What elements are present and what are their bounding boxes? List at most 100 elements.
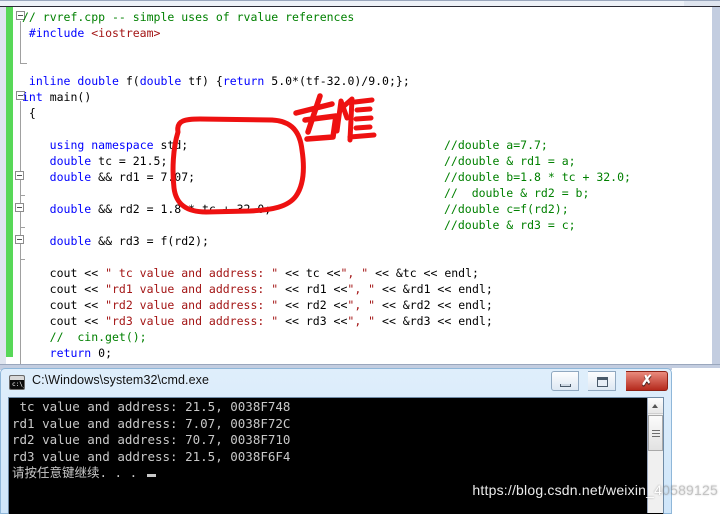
window-controls: ✗ (550, 371, 668, 392)
code-token-plain: && rd1 = 7.07; (91, 170, 196, 184)
code-token-str: " tc value and address: " (105, 266, 279, 280)
code-token-kw: double (49, 234, 92, 248)
code-line: double && rd1 = 7.07; (50, 169, 195, 185)
screenshot-root: // rvref.cpp -- simple uses of rvalue re… (0, 0, 720, 514)
console-output-text: tc value and address: 21.5, 0038F748 rd1 … (12, 399, 290, 482)
code-token-kw: inline (28, 74, 71, 88)
code-token-plain: << &rd2 << endl; (375, 298, 493, 312)
code-token-plain: << rd1 << (278, 282, 348, 296)
code-token-kw: using (49, 138, 85, 152)
console-output-line: rd2 value and address: 70.7, 0038F710 (12, 432, 291, 447)
editor-top-divider-left (0, 0, 684, 6)
right-comment-line: //double c=f(rd2); (444, 202, 569, 216)
console-cursor (147, 474, 157, 477)
code-token-plain: << &rd3 << endl; (375, 314, 493, 328)
code-token-plain: tf) { (181, 74, 223, 88)
scrollbar-thumb[interactable] (648, 415, 663, 451)
code-token-plain: << &tc << endl; (368, 266, 479, 280)
code-token-plain: main() (42, 90, 92, 104)
code-token-plain: f( (118, 74, 140, 88)
code-token-pp: #include (28, 26, 92, 40)
code-token-str: ", " (347, 298, 376, 312)
console-output-line: rd3 value and address: 21.5, 0038F6F4 (12, 448, 291, 464)
right-comment-line: // double & rd2 = b; (444, 186, 590, 200)
code-line: using namespace std; (50, 137, 189, 153)
minimize-icon (559, 384, 571, 387)
code-token-str: ", " (347, 314, 376, 328)
cmd-console-icon: c:\_ (9, 375, 25, 390)
right-comment-line: //double a=7.7; (444, 138, 548, 152)
code-token-plain: std; (153, 138, 189, 152)
scroll-up-arrow[interactable] (648, 398, 663, 414)
csdn-blog-watermark: https://blog.csdn.net/weixin_40589125 (472, 482, 718, 498)
code-token-plain: cout << (49, 298, 106, 312)
code-token-str: ", " (340, 266, 369, 280)
watermark-visible-part: https://blog.csdn.net/weixin_4 (472, 482, 663, 498)
code-token-str: "rd2 value and address: " (105, 298, 279, 312)
code-line: // cin.get(); (50, 329, 147, 345)
code-line: inline double f(double tf) {return 5.0*(… (29, 73, 410, 89)
close-icon: ✗ (641, 374, 653, 389)
code-token-kw: double (49, 154, 92, 168)
code-token-str: "rd1 value and address: " (105, 282, 279, 296)
cmd-icon-titlebar (10, 376, 24, 380)
cmd-icon-prompt: c:\_ (12, 381, 24, 388)
right-comment-line: //double & rd1 = a; (444, 154, 576, 168)
editor-right-inner-border (710, 7, 712, 370)
code-line: cout << "rd1 value and address: " << rd1… (50, 281, 493, 297)
code-line: { (29, 105, 36, 121)
editor-top-divider (0, 0, 720, 7)
watermark-faded-part: 0589125 (662, 482, 718, 498)
code-token-plain: && rd3 = f(rd2); (91, 234, 209, 248)
close-button[interactable]: ✗ (626, 371, 668, 391)
code-token-kw: double (49, 170, 92, 184)
console-output-line: 请按任意键继续. . . (12, 465, 290, 482)
code-token-plain: && rd2 = 1.8 * tc + 32.0; (91, 202, 272, 216)
code-token-kw: namespace (91, 138, 154, 152)
code-token-plain: 0; (91, 346, 112, 360)
code-token-plain: << rd3 << (278, 314, 348, 328)
code-token-inc: <iostream> (91, 26, 161, 40)
code-token-plain: 5.0*(tf-32.0)/9.0;}; (264, 74, 410, 88)
code-text-area[interactable]: // rvref.cpp -- simple uses of rvalue re… (22, 7, 712, 376)
code-line: // rvref.cpp -- simple uses of rvalue re… (22, 9, 354, 25)
code-token-plain: tc = 21.5; (91, 154, 168, 168)
code-line: double && rd3 = f(rd2); (50, 233, 209, 249)
code-token-plain: cout << (49, 282, 106, 296)
code-token-plain: cout << (49, 314, 106, 328)
code-line: double tc = 21.5; (50, 153, 168, 169)
code-token-plain: << &rd1 << endl; (375, 282, 493, 296)
code-line: #include <iostream> (29, 25, 161, 41)
code-line: cout << " tc value and address: " << tc … (50, 265, 479, 281)
outline-vertical-rule (20, 21, 21, 63)
code-token-kw: double (139, 74, 182, 88)
code-token-plain: { (28, 106, 36, 120)
unsaved-change-bar (6, 7, 13, 357)
code-line: return 0; (50, 345, 112, 361)
right-comment-line: //double & rd3 = c; (444, 218, 576, 232)
console-title-text: C:\Windows\system32\cmd.exe (32, 373, 210, 387)
code-token-cmt: // rvref.cpp -- simple uses of rvalue re… (22, 10, 355, 24)
code-token-str: ", " (347, 282, 376, 296)
code-token-str: "rd3 value and address: " (105, 314, 279, 328)
code-token-plain: cout << (49, 266, 106, 280)
code-line: cout << "rd2 value and address: " << rd2… (50, 297, 493, 313)
code-line: int main() (22, 89, 91, 105)
code-line: cout << "rd3 value and address: " << rd3… (50, 313, 493, 329)
code-token-kw: double (49, 202, 92, 216)
code-token-plain: << rd2 << (278, 298, 348, 312)
right-comment-line: //double b=1.8 * tc + 32.0; (444, 170, 631, 184)
code-token-kw: int (22, 90, 43, 104)
code-token-cmt: // cin.get(); (49, 330, 147, 344)
code-token-kw: double (77, 74, 119, 88)
console-title-bar[interactable]: c:\_ C:\Windows\system32\cmd.exe ✗ (0, 368, 672, 397)
code-token-kw: return (222, 74, 265, 88)
maximize-icon (597, 377, 609, 387)
code-token-kw: return (49, 346, 92, 360)
console-output-line: tc value and address: 21.5, 0038F748 (12, 399, 291, 414)
minimize-button[interactable] (550, 371, 579, 391)
editor-right-border (712, 7, 720, 370)
code-token-plain: << tc << (278, 266, 341, 280)
maximize-button[interactable] (588, 371, 617, 391)
code-line: double && rd2 = 1.8 * tc + 32.0; (50, 201, 272, 217)
